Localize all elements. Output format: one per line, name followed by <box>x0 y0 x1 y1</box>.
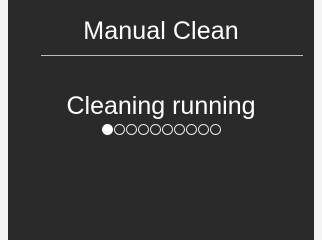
status-text: Cleaning running <box>66 92 256 120</box>
title-divider <box>41 55 303 56</box>
progress-dot <box>137 124 149 135</box>
progress-dot <box>197 124 209 135</box>
progress-dot <box>113 124 125 135</box>
progress-dot <box>209 124 221 135</box>
progress-dot <box>161 124 173 135</box>
progress-dot-active <box>101 124 113 135</box>
progress-dot <box>125 124 137 135</box>
progress-dot <box>149 124 161 135</box>
screen-title: Manual Clean <box>83 17 239 45</box>
progress-indicator <box>8 124 314 138</box>
display-screen: Manual Clean Cleaning running <box>8 0 314 240</box>
progress-dot <box>173 124 185 135</box>
progress-dot <box>185 124 197 135</box>
